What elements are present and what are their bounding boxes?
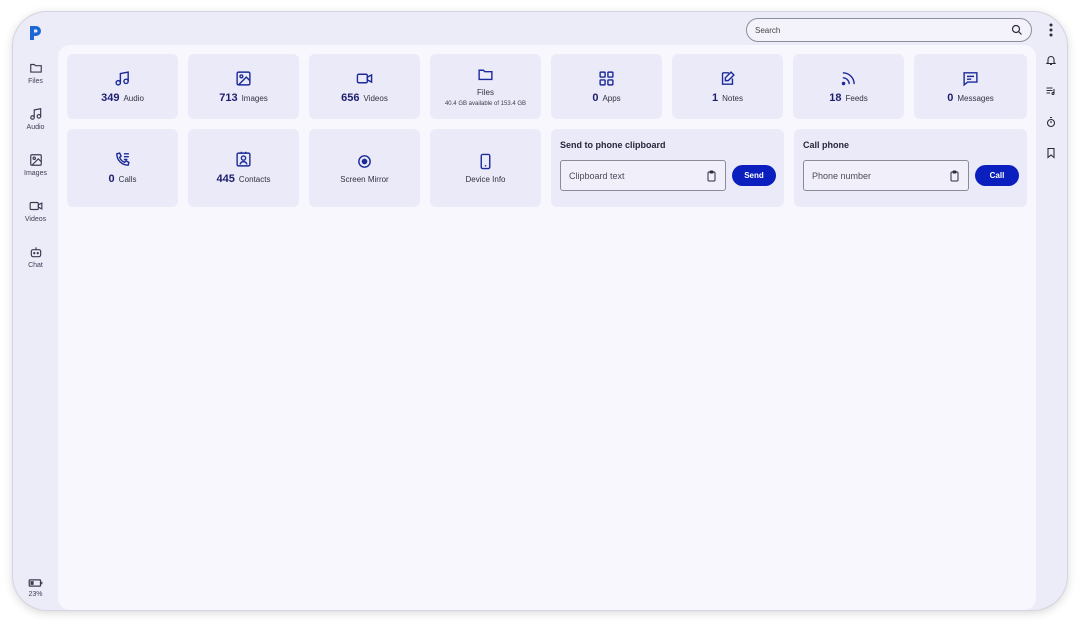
card-label: Audio <box>123 93 144 103</box>
video-icon <box>29 201 42 211</box>
storage-info: 40.4 GB available of 153.4 GB <box>444 101 527 107</box>
kebab-menu-icon <box>1049 23 1053 37</box>
screen-mirror-card[interactable]: Screen Mirror <box>309 129 420 207</box>
calls-card[interactable]: 0 Calls <box>67 129 178 207</box>
card-count: 656 <box>341 91 360 104</box>
folder-icon <box>478 69 493 81</box>
card-count: 0 <box>108 173 115 185</box>
image-icon <box>29 154 42 166</box>
card-count: 18 <box>829 91 842 104</box>
search-bar[interactable] <box>746 18 1032 42</box>
search-icon[interactable] <box>1011 24 1023 36</box>
card-label: Screen Mirror <box>340 174 389 184</box>
call-panel: Call phone Call <box>794 129 1027 207</box>
contact-icon <box>236 151 251 167</box>
card-count: 713 <box>219 91 238 104</box>
files-card[interactable]: Files 40.4 GB available of 153.4 GB <box>430 54 541 119</box>
timer-icon <box>1046 116 1056 128</box>
card-label: Calls <box>118 175 137 184</box>
search-input[interactable] <box>755 25 1011 35</box>
notes-card[interactable]: 1 Notes <box>672 54 783 119</box>
phone-list-icon <box>116 152 130 166</box>
apps-card[interactable]: 0 Apps <box>551 54 662 119</box>
contacts-card[interactable]: 445 Contacts <box>188 129 299 207</box>
audio-card[interactable]: 349 Audio <box>67 54 178 119</box>
battery-icon <box>28 579 43 587</box>
playlist-button[interactable] <box>1042 84 1060 98</box>
device-info-card[interactable]: Device Info <box>430 129 541 207</box>
bookmark-button[interactable] <box>1042 146 1060 160</box>
bell-icon <box>1045 56 1057 66</box>
sidebar-item-videos[interactable]: Videos <box>13 199 58 223</box>
sidebar-item-images[interactable]: Images <box>13 153 58 177</box>
phone-number-field[interactable] <box>803 160 969 191</box>
music-note-icon <box>115 70 129 86</box>
rss-feed-icon <box>841 71 855 85</box>
notifications-button[interactable] <box>1042 53 1060 67</box>
card-count: 0 <box>592 91 599 104</box>
more-menu-button[interactable] <box>1045 22 1057 38</box>
sidebar-item-label: Images <box>24 170 47 177</box>
card-label: Notes <box>722 93 744 103</box>
sidebar-item-files[interactable]: Files <box>13 61 58 85</box>
sidebar-item-label: Audio <box>26 124 45 131</box>
bookmark-icon <box>1047 147 1055 159</box>
images-card[interactable]: 713 Images <box>188 54 299 119</box>
apps-grid-icon <box>599 70 614 86</box>
clipboard-text-input[interactable] <box>569 170 706 181</box>
card-count: 349 <box>101 91 120 104</box>
music-note-icon <box>29 108 41 120</box>
note-edit-icon <box>721 70 735 85</box>
folder-icon <box>29 63 42 73</box>
card-label: Feeds <box>845 93 868 103</box>
send-button[interactable]: Send <box>732 165 776 186</box>
sidebar-item-label: Chat <box>28 262 43 269</box>
call-panel-title: Call phone <box>803 140 850 150</box>
clipboard-field[interactable] <box>560 160 726 191</box>
image-icon <box>236 70 251 86</box>
videos-card[interactable]: 656 Videos <box>309 54 420 119</box>
clipboard-panel-title: Send to phone clipboard <box>560 140 666 150</box>
p-logo-icon[interactable] <box>27 24 43 42</box>
phone-number-input[interactable] <box>812 170 949 181</box>
screen-mirror-icon <box>358 154 371 168</box>
card-label: Apps <box>602 93 621 103</box>
card-count: 1 <box>711 91 719 104</box>
phone-device-icon <box>480 153 491 169</box>
timer-button[interactable] <box>1042 115 1060 129</box>
card-count: 0 <box>947 91 954 104</box>
sidebar-item-label: Videos <box>24 216 47 223</box>
sidebar-item-audio[interactable]: Audio <box>13 107 58 131</box>
playlist-icon <box>1046 87 1055 96</box>
video-icon <box>356 73 373 83</box>
app-window: Files Audio Images Videos Chat 23% Searc… <box>13 12 1067 610</box>
clipboard-icon[interactable] <box>949 170 960 182</box>
card-label: Files <box>477 88 494 97</box>
call-button[interactable]: Call <box>975 165 1019 186</box>
card-count: 445 <box>216 173 235 185</box>
chat-bot-icon <box>30 247 41 258</box>
feeds-card[interactable]: 18 Feeds <box>793 54 904 119</box>
card-label: Images <box>241 93 268 103</box>
battery-status: 23% <box>13 578 58 598</box>
messages-card[interactable]: 0 Messages <box>914 54 1027 119</box>
clipboard-panel: Send to phone clipboard Send <box>551 129 784 207</box>
battery-label: 23% <box>28 591 43 598</box>
clipboard-icon[interactable] <box>706 170 717 182</box>
card-label: Contacts <box>238 175 271 184</box>
sidebar-item-chat[interactable]: Chat <box>13 245 58 269</box>
card-label: Messages <box>957 93 994 103</box>
card-label: Videos <box>363 93 388 103</box>
message-icon <box>963 71 978 86</box>
main-content: 349 Audio 713 Images 656 Videos Files 40.4 … <box>58 45 1036 610</box>
card-label: Device Info <box>465 174 506 184</box>
sidebar-item-label: Files <box>28 78 43 85</box>
